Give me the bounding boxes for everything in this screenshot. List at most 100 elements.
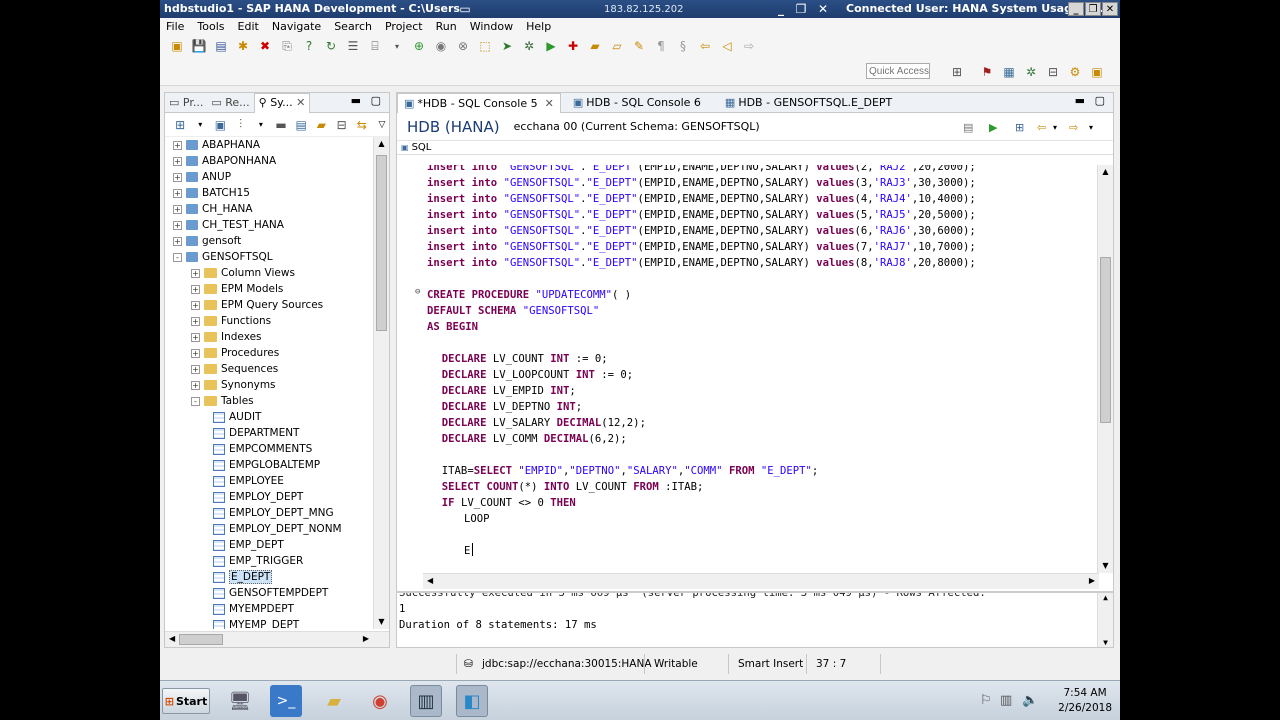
scroll-down-icon[interactable]: ▼ <box>374 615 389 629</box>
catalog-icon[interactable]: ▬ <box>274 117 288 133</box>
scroll-right-icon[interactable]: ▶ <box>1089 576 1095 585</box>
tree-vertical-scrollbar[interactable]: ▲ ▼ <box>373 137 389 629</box>
history-icon[interactable]: ⊞ <box>1015 121 1024 134</box>
server-manager-icon[interactable]: 🖥 <box>224 685 256 717</box>
chevron-down-icon[interactable]: ▾ <box>1053 123 1057 132</box>
tree-item[interactable]: + CH_TEST_HANA <box>173 217 284 233</box>
menu-help[interactable]: Help <box>526 20 551 33</box>
clear-icon[interactable]: ▤ <box>963 121 973 134</box>
scroll-up-icon[interactable]: ▲ <box>374 137 389 151</box>
expand-icon[interactable]: + <box>173 236 182 246</box>
refresh-icon[interactable]: ↻ <box>322 38 340 54</box>
chevron-down-icon[interactable]: ▾ <box>254 117 268 133</box>
expand-icon[interactable]: + <box>173 156 182 166</box>
maximize-button[interactable]: ❐ <box>1085 2 1101 16</box>
minimize-icon[interactable]: _ <box>772 0 790 18</box>
restore-icon[interactable]: ▭ <box>456 0 474 18</box>
code-horizontal-scrollbar[interactable]: ◀ ▶ <box>423 573 1099 589</box>
expand-icon[interactable]: + <box>191 332 200 342</box>
scroll-down-icon[interactable]: ▼ <box>1098 638 1113 647</box>
catalog-icon[interactable]: ▤ <box>294 117 308 133</box>
new-icon[interactable]: ▣ <box>168 38 186 54</box>
filter-icon[interactable]: ⫶ <box>234 117 248 133</box>
tab-e-dept-table[interactable]: ▦ HDB - GENSOFTSQL.E_DEPT <box>719 93 898 113</box>
tree-item[interactable]: - Tables <box>191 393 254 409</box>
back-icon[interactable]: ⇦ <box>696 38 714 54</box>
tree-horizontal-scrollbar[interactable]: ◀ ▶ <box>165 631 389 647</box>
open-folder-icon[interactable]: ▱ <box>608 38 626 54</box>
delete-icon[interactable]: ✖ <box>256 38 274 54</box>
start-button[interactable]: ⊞ Start <box>162 688 210 714</box>
system-clock[interactable]: 7:54 AM 2/26/2018 <box>1058 686 1112 716</box>
minimize-icon[interactable]: ▬ <box>1075 94 1085 107</box>
expand-icon[interactable]: + <box>191 348 200 358</box>
sql-code-area[interactable]: insert into "GENSOFTSQL"."E_DEPT"(EMPID,… <box>397 165 1097 573</box>
tree-item[interactable]: EMPLOYEE <box>209 473 284 489</box>
list-icon[interactable]: ☰ <box>344 38 362 54</box>
perspective-icon[interactable]: ⚙ <box>1066 64 1084 80</box>
annotation-icon[interactable]: ¶ <box>652 38 670 54</box>
tree-item[interactable]: + Column Views <box>191 265 295 281</box>
tree-item[interactable]: EMP_DEPT <box>209 537 284 553</box>
close-button[interactable]: ✕ <box>1102 2 1118 16</box>
pointer-icon[interactable]: ➤ <box>498 38 516 54</box>
menu-edit[interactable]: Edit <box>238 20 259 33</box>
close-icon[interactable]: ✕ <box>545 97 554 110</box>
tree-item[interactable]: + Indexes <box>191 329 262 345</box>
stop-icon[interactable]: ◉ <box>432 38 450 54</box>
network-icon[interactable]: ▥ <box>1000 693 1012 708</box>
back-icon[interactable]: ⇦ <box>1037 121 1046 134</box>
tree-item[interactable]: EMPLOY_DEPT <box>209 489 303 505</box>
fold-icon[interactable]: ⊖ <box>415 287 420 297</box>
menu-run[interactable]: Run <box>436 20 457 33</box>
save-icon[interactable]: 💾 <box>190 38 208 54</box>
deploy-icon[interactable]: ⬚ <box>476 38 494 54</box>
expand-icon[interactable]: + <box>191 300 200 310</box>
tree-item[interactable]: MYEMP_DEPT <box>209 617 299 629</box>
tab-sql-console-6[interactable]: ▣ HDB - SQL Console 6 <box>567 93 707 113</box>
tree-item[interactable]: DEPARTMENT <box>209 425 299 441</box>
powershell-icon[interactable]: >_ <box>270 685 302 717</box>
perspective-icon[interactable]: ▣ <box>1088 64 1106 80</box>
run-icon[interactable]: ⊕ <box>410 38 428 54</box>
properties-icon[interactable]: ✱ <box>234 38 252 54</box>
expand-icon[interactable]: + <box>173 188 182 198</box>
filter-icon[interactable]: ⌸ <box>366 38 384 54</box>
tab-sql-console-5[interactable]: ▣ *HDB - SQL Console 5 ✕ <box>397 92 561 113</box>
save-all-icon[interactable]: ▤ <box>212 38 230 54</box>
minimize-button[interactable]: _ <box>1068 2 1084 16</box>
scroll-down-icon[interactable]: ▼ <box>1098 559 1113 573</box>
tree-item[interactable]: + Synonyms <box>191 377 276 393</box>
scroll-left-icon[interactable]: ◀ <box>427 576 433 585</box>
tab-repositories[interactable]: ▭ Re... <box>207 96 253 109</box>
remote-desktop-icon[interactable]: ◧ <box>456 685 488 717</box>
back-icon[interactable]: ◁ <box>718 38 736 54</box>
expand-icon[interactable]: + <box>191 316 200 326</box>
close-icon[interactable]: ✕ <box>814 0 832 18</box>
menu-file[interactable]: File <box>166 20 184 33</box>
expand-icon[interactable]: + <box>173 140 182 150</box>
collapse-all-icon[interactable]: ⊟ <box>335 117 349 133</box>
tree-item[interactable]: + ABAPHANA <box>173 137 260 153</box>
expand-icon[interactable]: + <box>191 268 200 278</box>
link-icon[interactable]: ⇆ <box>355 117 369 133</box>
tree-item[interactable]: + ANUP <box>173 169 231 185</box>
perspective-icon[interactable]: ✲ <box>1022 64 1040 80</box>
tree-item[interactable]: GENSOFTEMPDEPT <box>209 585 328 601</box>
view-menu-icon[interactable]: ▽ <box>375 117 389 133</box>
tree-item[interactable]: EMP_TRIGGER <box>209 553 303 569</box>
expand-icon[interactable]: + <box>191 364 200 374</box>
hana-studio-icon[interactable]: ▥ <box>410 685 442 717</box>
tree-item[interactable]: EMPCOMMENTS <box>209 441 312 457</box>
scroll-up-icon[interactable]: ▲ <box>1098 593 1113 602</box>
scroll-thumb[interactable] <box>376 155 387 331</box>
tree-item[interactable]: E_DEPT <box>209 569 273 585</box>
tree-item[interactable]: - GENSOFTSQL <box>173 249 273 265</box>
expand-icon[interactable]: + <box>173 220 182 230</box>
tree-item[interactable]: + EPM Models <box>191 281 283 297</box>
perspective-icon[interactable]: ⊟ <box>1044 64 1062 80</box>
maximize-icon[interactable]: ▢ <box>1095 94 1105 107</box>
help-icon[interactable]: ? <box>300 38 318 54</box>
scroll-thumb[interactable] <box>1100 257 1111 423</box>
chevron-down-icon[interactable]: ▾ <box>193 117 207 133</box>
